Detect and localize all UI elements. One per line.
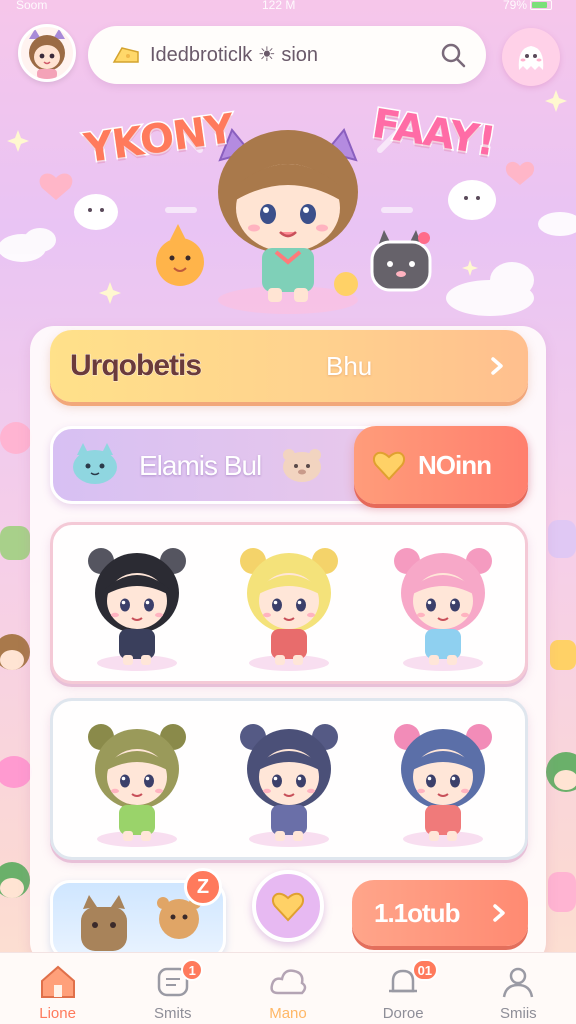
now-button-label: NOinn xyxy=(418,449,492,480)
battery-percent: 79% xyxy=(502,0,527,12)
chibi-character-icon xyxy=(240,724,338,847)
search-icon[interactable] xyxy=(438,40,468,70)
tab-label: Smits xyxy=(154,1005,192,1022)
search-bar[interactable] xyxy=(88,26,486,84)
character-card[interactable] xyxy=(219,531,359,679)
action-button[interactable]: 1.1otub xyxy=(352,880,528,946)
avatar-cat-girl-icon xyxy=(29,29,65,79)
mascot-button[interactable] xyxy=(502,28,560,86)
tab-bar: Lione 1 Smits Mano 01 Doroe Smiis xyxy=(0,952,576,1024)
ghost-icon xyxy=(518,46,544,70)
chibi-character-icon xyxy=(88,724,186,847)
home-icon xyxy=(40,965,75,998)
tab-label: Smiis xyxy=(500,1005,537,1022)
chibi-character-icon xyxy=(394,548,492,671)
promo-label: Elamis Bul xyxy=(139,450,262,481)
tab-cloud[interactable]: Mano xyxy=(230,953,345,1024)
character-card[interactable] xyxy=(67,531,207,679)
chevron-right-icon xyxy=(491,357,503,375)
now-button[interactable]: NOinn xyxy=(354,426,528,504)
profile-icon xyxy=(503,967,534,998)
upgrade-title: Urqobetis xyxy=(69,349,202,383)
character-row-1 xyxy=(50,522,528,684)
avatar[interactable] xyxy=(18,24,76,82)
upgrade-banner[interactable]: Urqobetis Bhu xyxy=(50,330,528,402)
battery-status: 79% xyxy=(503,0,552,12)
bear-mascot-icon xyxy=(283,449,321,482)
heart-icon xyxy=(372,451,406,481)
tab-chat[interactable]: 1 Smits xyxy=(115,953,230,1024)
chibi-character-icon xyxy=(88,548,186,671)
cheese-icon xyxy=(112,47,139,63)
character-card[interactable] xyxy=(67,707,207,855)
upgrade-subtitle: Bhu xyxy=(326,350,373,381)
chibi-character-icon xyxy=(394,724,492,847)
status-bar: Soom 122 M 79% xyxy=(0,0,576,14)
heart-fab-button[interactable] xyxy=(252,870,324,942)
search-input[interactable] xyxy=(150,43,438,67)
tab-badge: 1 xyxy=(181,959,204,981)
chibi-character-icon xyxy=(240,548,338,671)
clock: 122 M xyxy=(262,0,296,12)
character-card[interactable] xyxy=(219,707,359,855)
notification-badge: Z xyxy=(184,868,222,906)
battery-icon xyxy=(530,0,552,10)
character-row-2 xyxy=(50,698,528,860)
action-button-label: 1.1otub xyxy=(374,897,460,928)
tab-label: Lione xyxy=(39,1005,76,1022)
character-card[interactable] xyxy=(373,707,513,855)
cat-mascot-icon xyxy=(73,443,117,484)
tab-bell[interactable]: 01 Doroe xyxy=(346,953,461,1024)
chevron-right-icon xyxy=(493,904,505,922)
heart-icon xyxy=(271,892,305,922)
cloud-icon xyxy=(270,969,307,995)
hero-banner: YKONY FAAY! xyxy=(0,90,576,330)
tab-label: Mano xyxy=(269,1005,307,1022)
carrier-label: Soom xyxy=(16,0,48,12)
tab-profile[interactable]: Smiis xyxy=(461,953,576,1024)
tab-label: Doroe xyxy=(382,1005,424,1022)
tab-home[interactable]: Lione xyxy=(0,953,115,1024)
character-card[interactable] xyxy=(373,531,513,679)
tab-badge: 01 xyxy=(411,959,439,981)
